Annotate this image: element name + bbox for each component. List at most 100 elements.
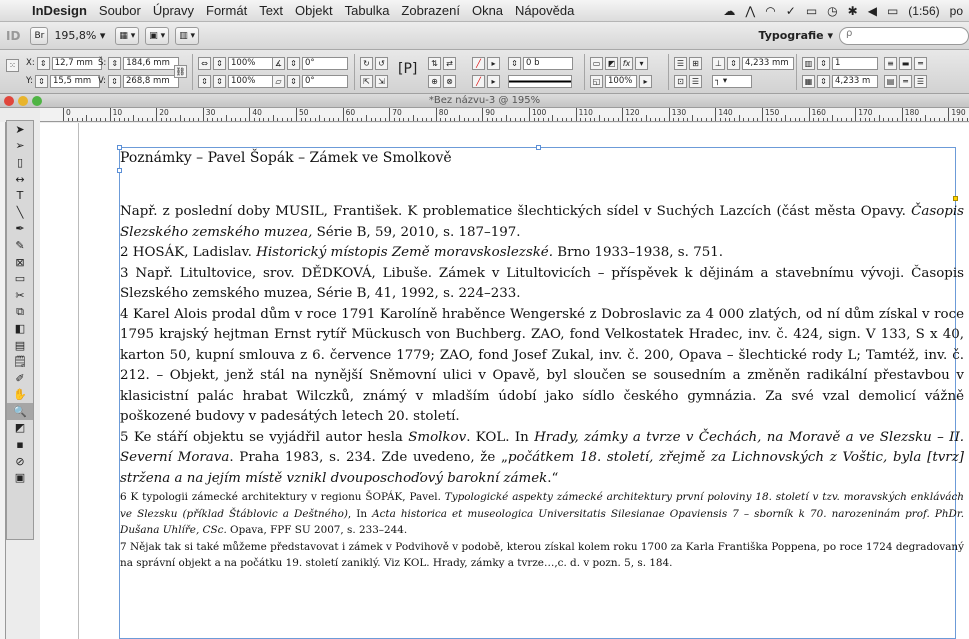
volume-icon[interactable]: ◀ <box>868 4 877 18</box>
display-icon[interactable]: ▭ <box>806 4 817 18</box>
free-transform-tool[interactable]: ⧉ <box>7 304 33 321</box>
stroke-type-field[interactable] <box>508 74 572 88</box>
ruler-minor-tick <box>128 118 130 121</box>
gutter-field[interactable]: ⊥ ⇕ 4,233 mm <box>712 56 794 70</box>
direct-selection-tool[interactable]: ➢ <box>7 138 33 155</box>
gap-tool[interactable]: ↔ <box>7 171 33 188</box>
rectangle-tool[interactable]: ▭ <box>7 270 33 287</box>
hand-tool[interactable]: ✋ <box>7 387 33 404</box>
paragraph-align-icons[interactable]: ≡ ▬ ═ <box>884 56 927 70</box>
scale-y-field[interactable]: ⇕ ⇕ 100% <box>198 74 274 88</box>
flip-icons[interactable]: ⇅ ⇄ <box>428 56 456 70</box>
gradient-swatch-tool[interactable]: ◧ <box>7 320 33 337</box>
opacity-field[interactable]: ◱ 100% ▸ <box>590 74 652 88</box>
ruler-minor-tick <box>501 118 503 121</box>
effects-icons[interactable]: ▭ ◩ fx ▾ <box>590 56 648 70</box>
ruler-minor-tick <box>403 118 405 121</box>
apply-none[interactable]: ⊘ <box>7 453 33 470</box>
zoom-tool[interactable]: 🔍 <box>7 403 33 420</box>
select-icons[interactable]: ⇱ ⇲ <box>360 74 388 88</box>
selection-tool[interactable]: ➤ <box>7 121 33 138</box>
gradient-feather-tool[interactable]: ▤ <box>7 337 33 354</box>
x-position-field[interactable]: X: ⇕ 12,7 mm <box>26 56 102 70</box>
pen-tool[interactable]: ✒ <box>7 221 33 238</box>
workspace-switcher[interactable]: Typografie ▾ <box>759 29 834 42</box>
ruler-minor-tick <box>817 118 819 121</box>
ruler-minor-tick <box>305 118 307 121</box>
fill-stroke-swatch[interactable]: ◩ <box>7 420 33 437</box>
pencil-tool[interactable]: ✎ <box>7 237 33 254</box>
horizontal-ruler[interactable]: 0 10 20 30 40 50 60 70 80 90 100 110 120 130 140 150 160… <box>40 108 969 122</box>
menu-text[interactable]: Text <box>259 3 283 18</box>
corner-options-field[interactable]: ┐ ▾ <box>712 74 752 88</box>
ruler-minor-tick <box>934 118 936 121</box>
align-icons[interactable]: ⊕ ⊗ <box>428 74 456 88</box>
menu-soubor[interactable]: Soubor <box>99 3 141 18</box>
search-input[interactable]: ρ <box>839 26 969 45</box>
line-tool[interactable]: ╲ <box>7 204 33 221</box>
type-tool[interactable]: T <box>7 187 33 204</box>
bridge-button[interactable]: Br <box>30 26 49 45</box>
height-field[interactable]: V: ⇕ 268,8 mm <box>98 74 179 88</box>
menu-app-name[interactable]: InDesign <box>32 3 87 18</box>
stroke-swatch[interactable]: ╱ ▸ <box>472 74 500 88</box>
scissors-tool[interactable]: ✂ <box>7 287 33 304</box>
ruler-minor-tick <box>263 118 265 121</box>
view-options-button[interactable]: ▦ ▾ <box>115 26 140 45</box>
align-frame-icons[interactable]: ⊡ ☰ <box>674 74 702 88</box>
reference-point-icon[interactable]: ⁙ <box>6 58 19 72</box>
text-content[interactable]: Poznámky – Pavel Šopák – Zámek ve Smolko… <box>120 149 964 572</box>
stroke-weight-field[interactable]: ⇕ 0 b <box>508 56 573 70</box>
menu-napoveda[interactable]: Nápověda <box>515 3 574 18</box>
ruler-label: 130 <box>671 108 687 117</box>
bluetooth-icon[interactable]: ✱ <box>848 4 858 18</box>
ruler-label: 0 <box>66 108 71 117</box>
document-tab[interactable]: *Bez názvu-3 @ 195% <box>0 94 969 108</box>
width-field[interactable]: Š: ⇕ 184,6 mm <box>98 56 180 70</box>
menu-objekt[interactable]: Objekt <box>295 3 333 18</box>
arrange-documents-button[interactable]: ▥ ▾ <box>175 26 200 45</box>
wifi-icon[interactable]: ◠ <box>765 4 775 18</box>
checkmark-icon[interactable]: ✓ <box>786 4 796 18</box>
battery-icon[interactable]: ▭ <box>887 4 898 18</box>
menu-upravy[interactable]: Úpravy <box>153 3 194 18</box>
zoom-level-dropdown[interactable]: 195,8% ▾ <box>54 29 105 42</box>
ruler-label: 180 <box>904 108 920 117</box>
rotation-field[interactable]: ∡ ⇕ 0° <box>272 56 348 70</box>
time-machine-icon[interactable]: ◷ <box>827 4 837 18</box>
screen-mode-button[interactable]: ▣ ▾ <box>145 26 170 45</box>
rectangle-frame-tool[interactable]: ⊠ <box>7 254 33 271</box>
ruler-minor-tick <box>594 118 596 121</box>
constrain-proportions-icon[interactable]: ⛓ <box>174 64 187 78</box>
y-position-field[interactable]: Y: ⇕ 15,5 mm <box>26 74 100 88</box>
apply-color[interactable]: ▪ <box>7 436 33 453</box>
clock[interactable]: po <box>950 4 963 18</box>
screen-mode[interactable]: ▣ <box>7 469 33 486</box>
ruler-tick <box>482 108 484 121</box>
document-canvas[interactable]: Poznámky – Pavel Šopák – Zámek ve Smolko… <box>40 123 969 639</box>
column-width-field[interactable]: ▦ ⇕ 4,233 m <box>802 74 878 88</box>
menu-okna[interactable]: Okna <box>472 3 503 18</box>
note-tool[interactable]: 🗒 <box>7 353 33 370</box>
ruler-minor-tick <box>207 118 209 121</box>
minimize-window-icon[interactable] <box>18 96 28 106</box>
fill-swatch[interactable]: ╱ ▸ <box>472 56 500 70</box>
menu-zobrazeni[interactable]: Zobrazení <box>401 3 460 18</box>
creative-cloud-icon[interactable]: ☁ <box>723 4 735 18</box>
scale-x-field[interactable]: ⇔ ⇕ 100% <box>198 56 274 70</box>
rotate-icons[interactable]: ↻ ↺ <box>360 56 388 70</box>
menu-tabulka[interactable]: Tabulka <box>345 3 390 18</box>
adobe-icon[interactable]: ⋀ <box>745 4 755 18</box>
ruler-minor-tick <box>720 118 722 121</box>
menu-format[interactable]: Formát <box>206 3 247 18</box>
close-window-icon[interactable] <box>4 96 14 106</box>
page-tool[interactable]: ▯ <box>7 154 33 171</box>
ruler-minor-tick <box>943 118 945 121</box>
text-frame-options-icons[interactable]: ☰ ⊞ <box>674 56 702 70</box>
eyedropper-tool[interactable]: ✐ <box>7 370 33 387</box>
columns-field[interactable]: ▥ ⇕ 1 <box>802 56 878 70</box>
balance-columns-icons[interactable]: ▤ ═ ☰ <box>884 74 927 88</box>
shear-field[interactable]: ▱ ⇕ 0° <box>272 74 348 88</box>
frame-type-icon[interactable]: [P] <box>398 61 417 77</box>
zoom-window-icon[interactable] <box>32 96 42 106</box>
